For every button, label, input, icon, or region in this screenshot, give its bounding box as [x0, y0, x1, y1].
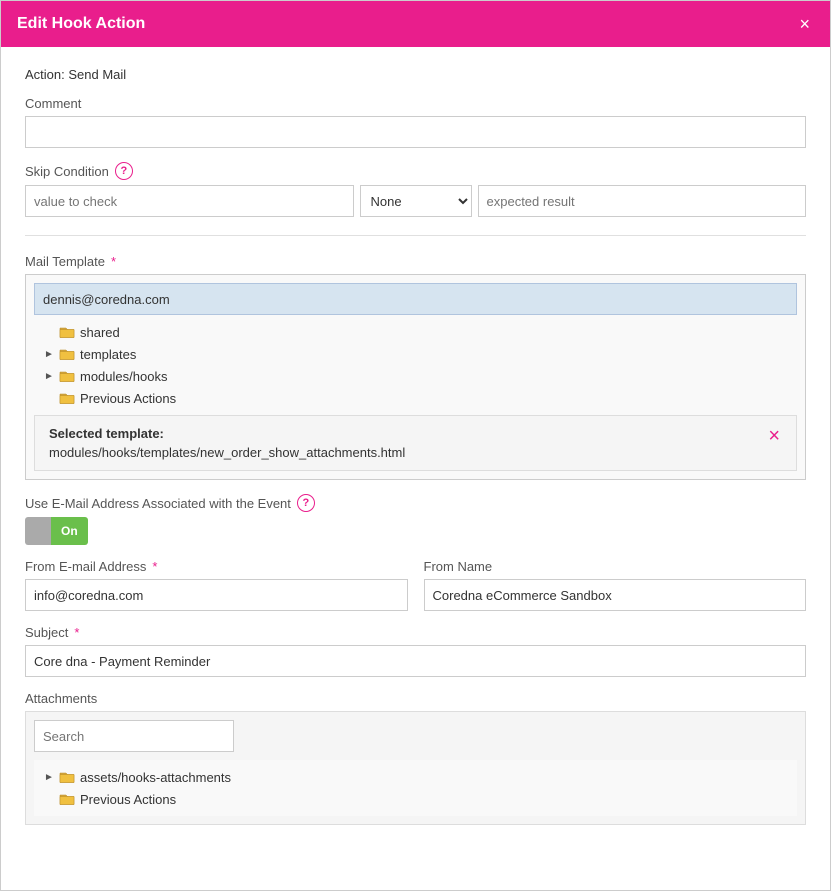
from-email-field-group: From E-mail Address *: [25, 559, 408, 611]
tree-arrow-templates: ►: [42, 347, 56, 361]
close-button[interactable]: ×: [795, 13, 814, 35]
tree-arrow-shared: [42, 325, 56, 339]
tree-label-assets: assets/hooks-attachments: [80, 770, 231, 785]
attachments-search-input[interactable]: [34, 720, 234, 752]
template-tree: shared ► templates ►: [34, 315, 797, 415]
subject-required: *: [74, 625, 79, 640]
clear-template-button[interactable]: ×: [766, 426, 782, 446]
from-email-required: *: [152, 559, 157, 574]
tree-label-prev-actions-template: Previous Actions: [80, 391, 176, 406]
tree-item-assets-hooks[interactable]: ► assets/hooks-attachments: [38, 766, 793, 788]
from-name-label: From Name: [424, 559, 807, 574]
modal-title: Edit Hook Action: [17, 15, 145, 33]
tree-label-modules: modules/hooks: [80, 369, 167, 384]
skip-condition-select[interactable]: None Equals Not Equals Contains Greater …: [360, 185, 472, 217]
edit-hook-action-modal: Edit Hook Action × Action: Send Mail Com…: [0, 0, 831, 891]
skip-condition-row: None Equals Not Equals Contains Greater …: [25, 185, 806, 217]
tree-item-modules-hooks[interactable]: ► modules/hooks: [38, 365, 793, 387]
tree-label-shared: shared: [80, 325, 120, 340]
tree-item-previous-actions-attach[interactable]: Previous Actions: [38, 788, 793, 810]
folder-icon-shared: [59, 324, 75, 340]
toggle-on-part: On: [51, 517, 88, 545]
mail-template-field-group: Mail Template * dennis@coredna.com: [25, 254, 806, 480]
tree-arrow-modules: ►: [42, 369, 56, 383]
mail-template-label: Mail Template *: [25, 254, 806, 269]
folder-icon-prev-actions-template: [59, 390, 75, 406]
tree-arrow-prev-actions-attach: [42, 792, 56, 806]
folder-icon-modules: [59, 368, 75, 384]
folder-icon-prev-actions-attach: [59, 791, 75, 807]
modal-body: Action: Send Mail Comment Skip Condition…: [1, 47, 830, 890]
tree-label-templates: templates: [80, 347, 136, 362]
tree-item-previous-actions-template[interactable]: Previous Actions: [38, 387, 793, 409]
selected-template-title: Selected template:: [49, 426, 405, 441]
template-search-selected: dennis@coredna.com: [34, 283, 797, 315]
selected-template-path: modules/hooks/templates/new_order_show_a…: [49, 445, 405, 460]
mail-template-required: *: [111, 254, 116, 269]
divider-1: [25, 235, 806, 236]
selected-template-box: Selected template: modules/hooks/templat…: [34, 415, 797, 471]
tree-label-prev-actions-attach: Previous Actions: [80, 792, 176, 807]
selected-template-info: Selected template: modules/hooks/templat…: [49, 426, 405, 460]
from-email-label: From E-mail Address *: [25, 559, 408, 574]
from-name-input[interactable]: [424, 579, 807, 611]
subject-input[interactable]: [25, 645, 806, 677]
subject-label: Subject *: [25, 625, 806, 640]
skip-condition-help-icon[interactable]: ?: [115, 162, 133, 180]
comment-label: Comment: [25, 96, 806, 111]
from-name-field-group: From Name: [424, 559, 807, 611]
comment-field-group: Comment: [25, 96, 806, 148]
email-event-help-icon[interactable]: ?: [297, 494, 315, 512]
toggle-switch[interactable]: On: [25, 517, 806, 545]
action-label: Action: Send Mail: [25, 67, 806, 82]
skip-condition-label: Skip Condition ?: [25, 162, 806, 180]
attachments-tree: ► assets/hooks-attachments P: [34, 760, 797, 816]
tree-arrow-prev-actions-template: [42, 391, 56, 405]
skip-result-input[interactable]: [478, 185, 807, 217]
template-tree-container: dennis@coredna.com shared ►: [25, 274, 806, 480]
skip-condition-field-group: Skip Condition ? None Equals Not Equals …: [25, 162, 806, 217]
attachments-field-group: Attachments ► assets/hooks-attachments: [25, 691, 806, 825]
tree-item-shared[interactable]: shared: [38, 321, 793, 343]
attachments-label: Attachments: [25, 691, 806, 706]
subject-field-group: Subject *: [25, 625, 806, 677]
tree-arrow-assets: ►: [42, 770, 56, 784]
attachments-tree-container: ► assets/hooks-attachments P: [25, 711, 806, 825]
email-event-field-group: Use E-Mail Address Associated with the E…: [25, 494, 806, 545]
from-email-input[interactable]: [25, 579, 408, 611]
comment-input[interactable]: [25, 116, 806, 148]
skip-value-input[interactable]: [25, 185, 354, 217]
modal-header: Edit Hook Action ×: [1, 1, 830, 47]
folder-icon-templates: [59, 346, 75, 362]
folder-icon-assets: [59, 769, 75, 785]
tree-item-templates[interactable]: ► templates: [38, 343, 793, 365]
toggle-off-part: [25, 517, 51, 545]
email-event-label: Use E-Mail Address Associated with the E…: [25, 494, 806, 512]
from-fields-row: From E-mail Address * From Name: [25, 559, 806, 611]
